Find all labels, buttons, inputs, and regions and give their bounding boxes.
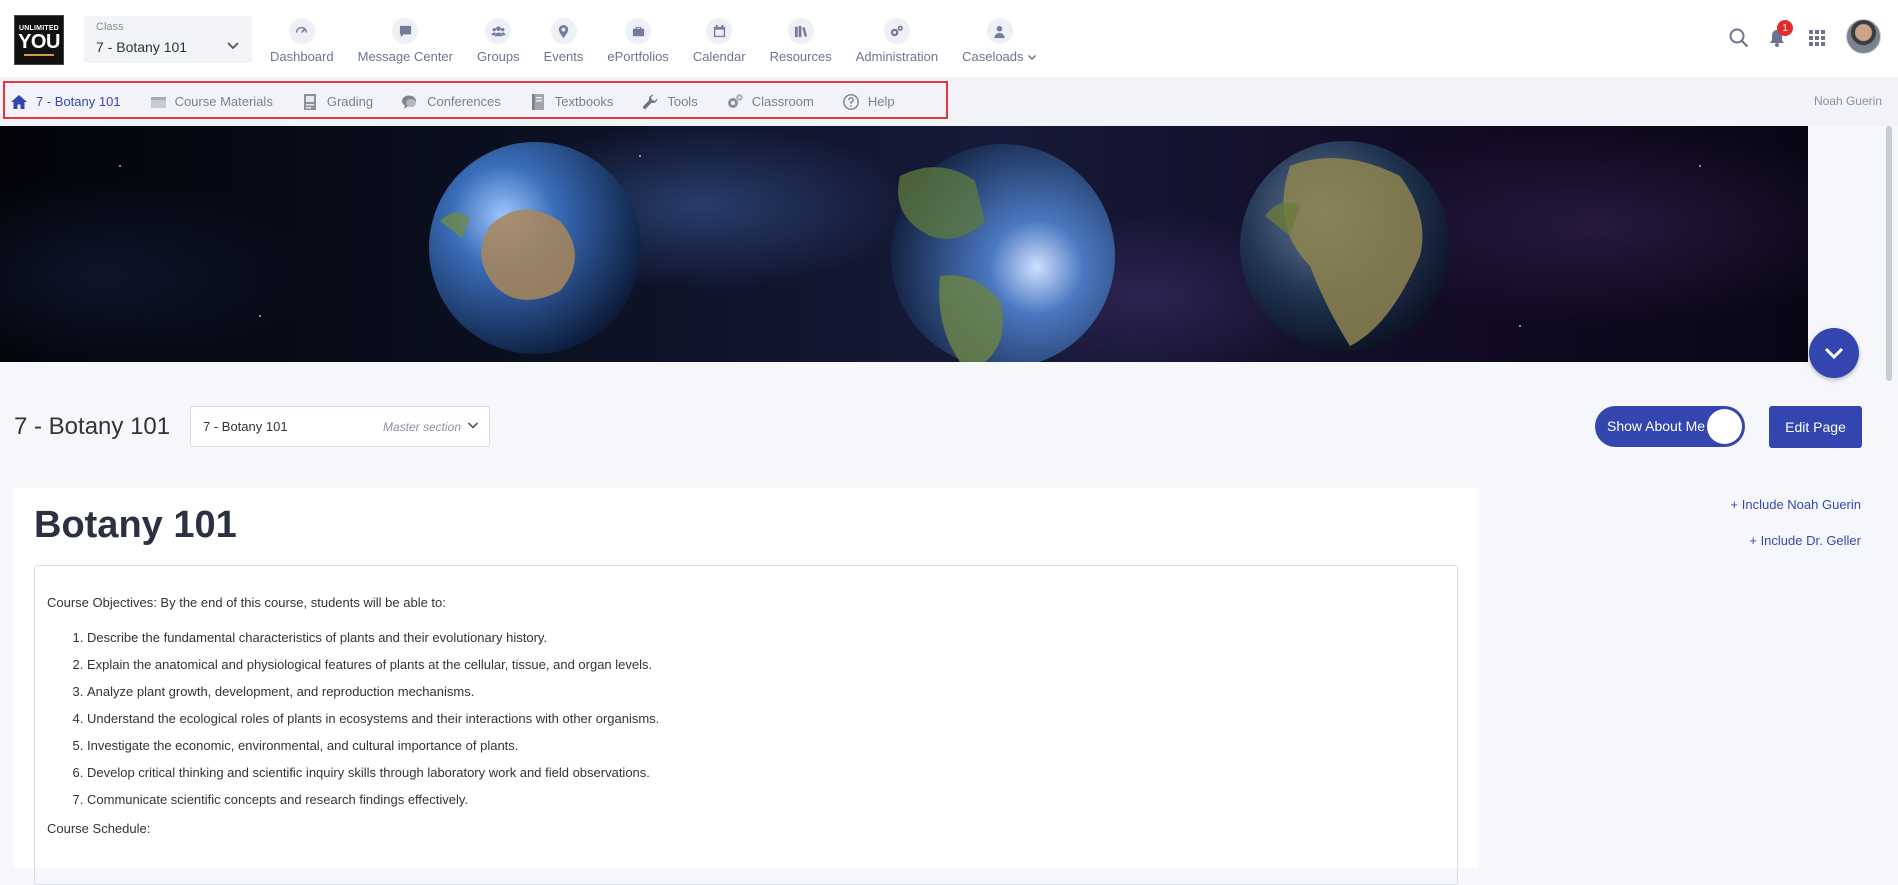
logo-text-main: YOU (18, 30, 60, 53)
class-selector-value: 7 - Botany 101 (96, 39, 188, 55)
gauge-icon (288, 18, 315, 44)
users-icon (485, 18, 512, 44)
earth-globes-illustration (119, 141, 1701, 362)
briefcase-icon (625, 18, 652, 44)
nav-label: Dashboard (270, 49, 334, 64)
nav-label: ePortfolios (607, 49, 669, 64)
course-nav-label: Tools (667, 94, 698, 109)
include-dr-geller-link[interactable]: + Include Dr. Geller (1749, 533, 1861, 548)
nav-eportfolios[interactable]: ePortfolios (607, 0, 669, 77)
nav-groups[interactable]: Groups (477, 0, 520, 77)
show-about-me-toggle[interactable]: Show About Me (1595, 406, 1745, 447)
include-noah-guerin-link[interactable]: + Include Noah Guerin (1731, 497, 1861, 512)
toggle-knob (1707, 409, 1742, 444)
nav-label-with-chevron: Caseloads (962, 49, 1037, 64)
page-scrollbar[interactable] (1886, 126, 1892, 381)
nav-events[interactable]: Events (543, 0, 584, 77)
chevron-down-icon (227, 42, 239, 50)
schedule-label: Course Schedule: (47, 821, 151, 836)
user-avatar[interactable] (1846, 19, 1881, 54)
course-nav-course-materials[interactable]: Course Materials (149, 93, 273, 111)
help-icon (842, 93, 859, 110)
nav-label: Events (543, 49, 584, 64)
map-pin-icon (550, 18, 577, 44)
class-selector[interactable]: Class 7 - Botany 101 (84, 16, 252, 63)
edit-page-button[interactable]: Edit Page (1769, 406, 1862, 448)
person-icon (986, 18, 1013, 44)
nav-message-center[interactable]: Message Center (358, 0, 453, 77)
chevron-down-icon (1824, 347, 1844, 360)
objective-item: Communicate scientific concepts and rese… (87, 791, 1445, 808)
cog-icon (727, 93, 743, 108)
course-nav-classroom[interactable]: Classroom (726, 93, 814, 111)
course-nav-textbooks[interactable]: Textbooks (529, 93, 614, 111)
course-nav-label: Help (867, 94, 895, 109)
gradebook-icon (303, 93, 316, 110)
course-nav-label: Classroom (751, 94, 814, 109)
objective-item: Develop critical thinking and scientific… (87, 764, 1445, 781)
calendar-icon (706, 18, 733, 44)
course-nav-bar: 7 - Botany 101 Course Materials Grading … (0, 77, 1898, 126)
nav-label: Caseloads (962, 49, 1024, 64)
objective-item: Understand the ecological roles of plant… (87, 710, 1445, 727)
section-selector-value: 7 - Botany 101 (203, 419, 288, 434)
course-nav-label: Textbooks (554, 94, 614, 109)
chevron-down-icon (1028, 54, 1037, 61)
course-nav-tools[interactable]: Tools (641, 93, 698, 111)
search-icon[interactable] (1728, 27, 1750, 49)
nav-label: Administration (855, 49, 939, 64)
folder-icon (150, 96, 166, 108)
nav-resources[interactable]: Resources (770, 0, 832, 77)
objectives-intro: Course Objectives: By the end of this co… (47, 595, 446, 610)
course-banner-image (0, 126, 1808, 362)
current-user-name: Noah Guerin (1813, 94, 1882, 108)
home-icon (11, 94, 27, 109)
course-nav-help[interactable]: Help (842, 93, 895, 111)
collapse-banner-button[interactable] (1809, 328, 1859, 378)
wrench-icon (642, 94, 658, 109)
nav-label: Message Center (357, 49, 453, 64)
objective-item: Explain the anatomical and physiological… (87, 656, 1445, 673)
section-selector[interactable]: 7 - Botany 101 Master section (190, 406, 490, 447)
nav-label: Groups (477, 49, 520, 64)
class-selector-caption: Class (96, 21, 124, 33)
nav-dashboard[interactable]: Dashboard (270, 0, 334, 77)
textbook-icon (531, 93, 544, 110)
objectives-list: Describe the fundamental characteristics… (47, 629, 1445, 808)
top-header: UNLIMITED YOU Class 7 - Botany 101 Dashb… (0, 0, 1898, 78)
nav-label: Calendar (692, 49, 746, 64)
course-nav-grading[interactable]: Grading (301, 93, 373, 111)
chevron-down-icon (467, 422, 479, 429)
course-nav: 7 - Botany 101 Course Materials Grading … (10, 77, 923, 126)
section-selector-meta: Master section (383, 420, 462, 434)
content-heading: Botany 101 (34, 504, 237, 546)
course-nav-label: Conferences (427, 94, 501, 109)
course-nav-label: 7 - Botany 101 (36, 94, 121, 109)
books-icon (787, 18, 814, 44)
nav-administration[interactable]: Administration (856, 0, 938, 77)
chat-icon (392, 18, 419, 44)
notification-badge: 1 (1777, 20, 1793, 36)
page-title: 7 - Botany 101 (14, 413, 171, 440)
objective-item: Investigate the economic, environmental,… (87, 737, 1445, 754)
course-nav-label: Course Materials (174, 94, 273, 109)
gears-icon (883, 18, 910, 44)
nav-label: Resources (769, 49, 832, 64)
nav-calendar[interactable]: Calendar (693, 0, 746, 77)
course-nav-label: Grading (326, 94, 374, 109)
main-nav: Dashboard Message Center Groups Events e… (270, 0, 1061, 77)
course-nav-home[interactable]: 7 - Botany 101 (10, 93, 121, 111)
objective-item: Analyze plant growth, development, and r… (87, 683, 1445, 700)
toggle-label: Show About Me (1607, 418, 1706, 434)
objective-item: Describe the fundamental characteristics… (87, 629, 1445, 646)
conference-icon (402, 95, 417, 109)
content-body[interactable]: Course Objectives: By the end of this co… (34, 565, 1458, 885)
page-content-card: Botany 101 Course Objectives: By the end… (14, 488, 1478, 885)
course-nav-conferences[interactable]: Conferences (401, 93, 501, 111)
apps-grid-icon[interactable] (1806, 27, 1828, 49)
nav-caseloads[interactable]: Caseloads (962, 0, 1037, 77)
logo-swoosh (24, 53, 54, 56)
school-logo[interactable]: UNLIMITED YOU (14, 15, 64, 65)
